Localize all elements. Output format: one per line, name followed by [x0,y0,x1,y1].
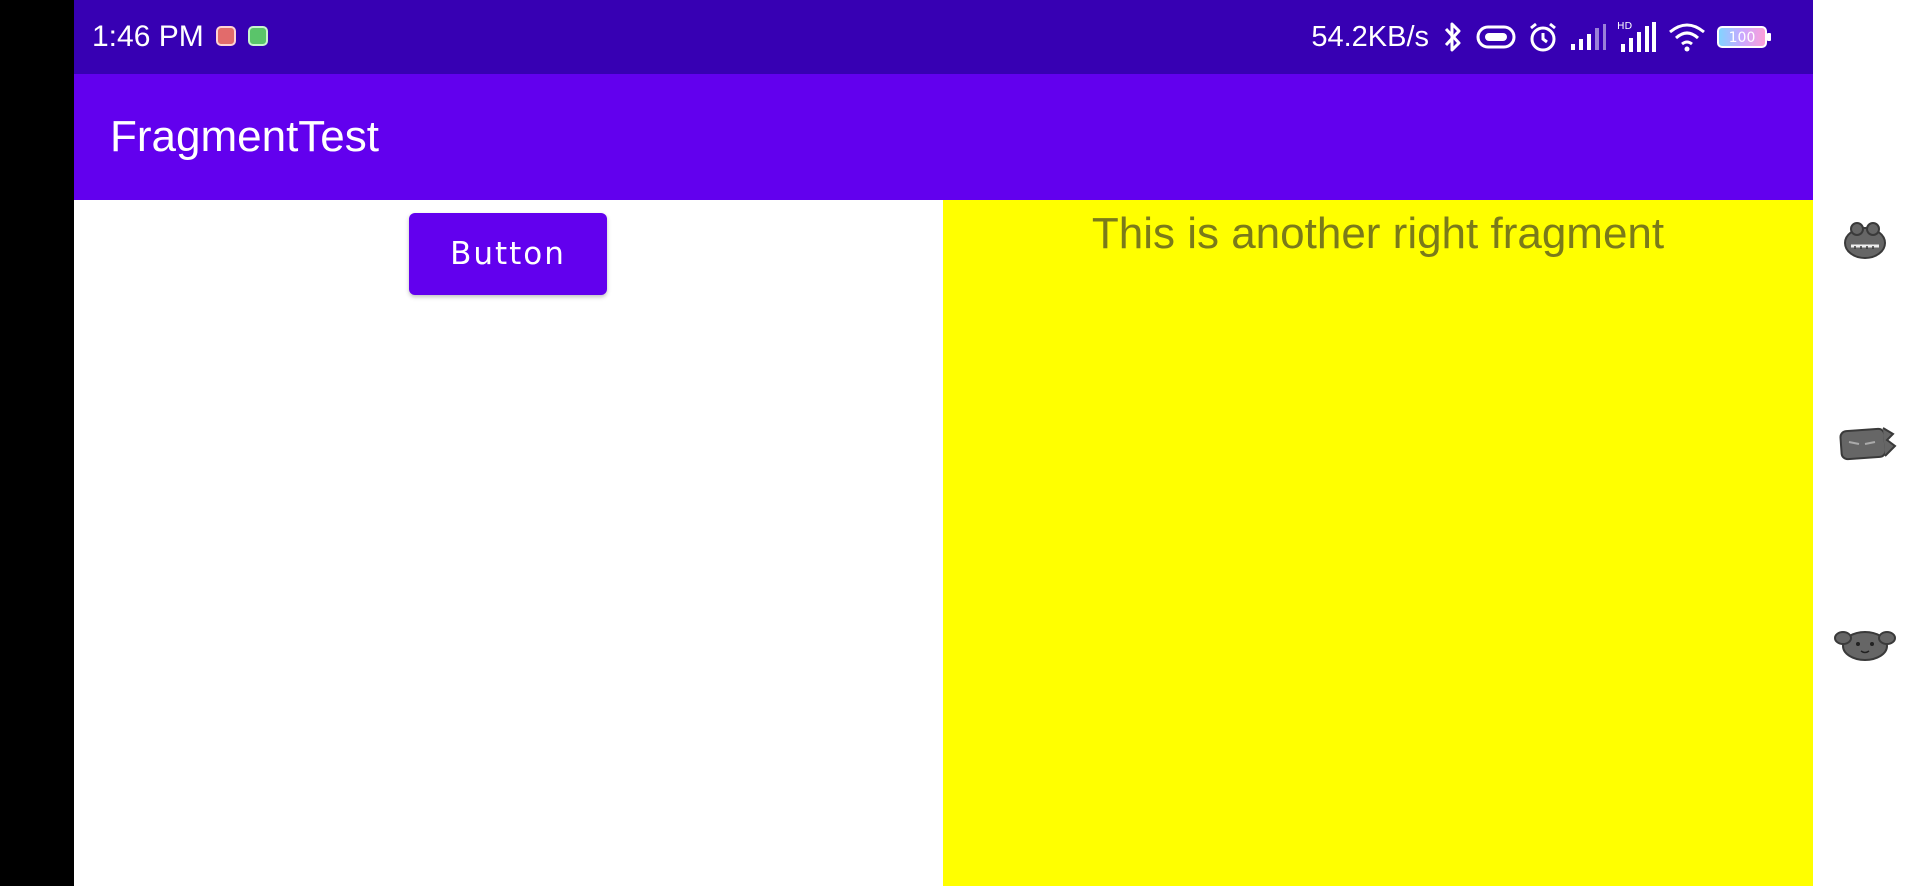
cat-sticker-icon[interactable] [1835,418,1899,468]
network-speed: 54.2KB/s [1311,20,1429,53]
bluetooth-icon [1441,19,1465,55]
svg-text:HD: HD [1617,21,1633,32]
status-indicators: 54.2KB/s HD 100 [1311,14,1773,60]
status-bar: 1:46 PM 54.2KB/s HD 100 [74,0,1813,74]
app-bar: FragmentTest [74,74,1813,200]
frog-sticker-icon[interactable] [1835,213,1899,263]
right-fragment-text: This is another right fragment [1091,209,1665,258]
right-fragment: This is another right fragment [943,200,1813,886]
notification-app-icon [248,26,268,46]
status-time: 1:46 PM [92,20,204,53]
fragment-button[interactable]: Button [409,213,607,295]
hd-signal-icon: HD [1617,19,1657,55]
wifi-icon [1667,19,1707,55]
signal-icon [1569,19,1607,55]
battery-icon: 100 [1717,19,1773,55]
notification-app-icon [216,26,236,46]
link-icon [1475,19,1517,55]
dog-sticker-icon[interactable] [1833,620,1897,670]
floating-edge-panel [1813,0,1920,886]
phone-screen: 1:46 PM 54.2KB/s HD 100 FragmentTest But… [0,0,1920,886]
left-fragment: Button [74,200,943,886]
alarm-icon [1527,19,1559,55]
battery-level: 100 [1729,30,1756,46]
app-title: FragmentTest [110,112,379,161]
notification-icons [216,26,268,46]
left-gutter [0,0,74,886]
